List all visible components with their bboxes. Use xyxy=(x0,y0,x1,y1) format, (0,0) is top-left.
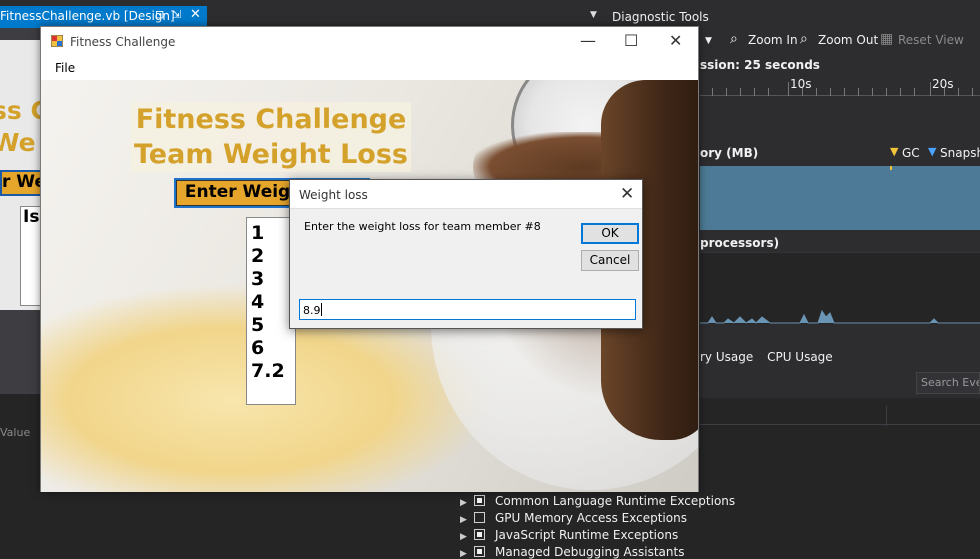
text-caret xyxy=(320,303,322,316)
cancel-button[interactable]: Cancel xyxy=(581,250,639,271)
divider xyxy=(700,424,980,425)
dialog-prompt: Enter the weight loss for team member #8 xyxy=(304,220,541,233)
session-duration: ssion: 25 seconds xyxy=(700,58,820,72)
timeline-tick xyxy=(958,88,959,96)
exception-row[interactable]: ▶ Common Language Runtime Exceptions xyxy=(460,494,735,508)
list-item[interactable]: 6 xyxy=(251,337,295,360)
zoom-in-button[interactable]: Zoom In xyxy=(748,33,798,47)
exception-label: Managed Debugging Assistants xyxy=(495,545,685,559)
close-tab-icon[interactable]: ✕ xyxy=(190,7,201,22)
timeline-major-tick xyxy=(930,82,931,96)
tab-cpu-usage[interactable]: CPU Usage xyxy=(767,350,833,364)
timeline-tick xyxy=(754,88,755,96)
timeline-tick xyxy=(740,88,741,96)
expand-arrow-icon[interactable]: ▶ xyxy=(460,532,474,542)
reset-view-button: Reset View xyxy=(898,33,964,47)
snapshot-legend: Snapsh xyxy=(940,146,980,160)
dialog-title: Weight loss xyxy=(299,188,368,202)
tab-list-dropdown-icon[interactable]: ▼ xyxy=(590,10,597,20)
exception-row[interactable]: ▶ GPU Memory Access Exceptions xyxy=(460,511,687,525)
expand-arrow-icon[interactable]: ▶ xyxy=(460,549,474,559)
maximize-icon[interactable]: ☐ xyxy=(624,31,638,50)
weight-loss-input[interactable]: 8.9 xyxy=(299,299,636,320)
app-form-icon xyxy=(51,35,63,47)
search-events-input[interactable]: Search Even xyxy=(916,372,980,394)
reset-view-icon: ▦ xyxy=(880,31,894,47)
exception-label: GPU Memory Access Exceptions xyxy=(495,511,687,525)
timeline-tick xyxy=(726,88,727,96)
float-tab-icon[interactable]: ⇲ xyxy=(172,8,181,21)
gc-event-mark xyxy=(890,166,892,170)
timeline-tick xyxy=(712,88,713,96)
ok-button[interactable]: OK xyxy=(581,223,639,244)
exception-checkbox[interactable] xyxy=(474,495,485,506)
tab-memory-usage[interactable]: ry Usage xyxy=(700,350,753,364)
timeline-tick xyxy=(914,88,915,96)
zoom-in-icon[interactable]: ⌕ xyxy=(730,31,738,47)
document-tab-label: FitnessChallenge.vb [Design] xyxy=(0,9,175,23)
heading-line1: Fitness Challenge xyxy=(135,104,407,135)
exception-label: JavaScript Runtime Exceptions xyxy=(495,528,679,542)
pin-tab-icon[interactable]: ⊡ xyxy=(155,8,164,21)
timeline-tick xyxy=(900,88,901,96)
zoom-out-icon[interactable]: ⌕ xyxy=(800,31,808,47)
events-table xyxy=(700,398,980,448)
gc-marker-icon: ▼ xyxy=(890,145,899,158)
memory-label: ory (MB) xyxy=(700,146,759,160)
timeline-label-10s: 10s xyxy=(790,77,812,91)
exception-checkbox[interactable] xyxy=(474,512,485,523)
exception-checkbox[interactable] xyxy=(474,529,485,540)
menu-file[interactable]: File xyxy=(55,61,75,75)
minimize-icon[interactable]: — xyxy=(580,31,596,50)
menu-bar xyxy=(41,57,698,79)
timeline-label-20s: 20s xyxy=(932,77,954,91)
list-item[interactable]: 7.2 xyxy=(251,360,295,383)
exception-checkbox[interactable] xyxy=(474,546,485,557)
designer-ghost-button: r We xyxy=(0,170,42,196)
gc-legend: GC xyxy=(902,146,920,160)
cpu-label: processors) xyxy=(700,236,780,250)
exception-label: Common Language Runtime Exceptions xyxy=(495,494,736,508)
document-tab-fitnesschallenge-design[interactable]: FitnessChallenge.vb [Design] ⊡ ⇲ ✕ xyxy=(0,6,207,26)
weight-loss-dialog: Weight loss ✕ Enter the weight loss for … xyxy=(289,179,643,329)
expand-arrow-icon[interactable]: ▶ xyxy=(460,515,474,525)
timeline-tick xyxy=(844,88,845,96)
divider xyxy=(886,406,887,426)
toolbar-dropdown-icon[interactable]: ▼ xyxy=(705,36,712,46)
value-column-header: Value xyxy=(0,426,31,439)
heading-line2: Team Weight Loss xyxy=(133,139,409,170)
cpu-usage-sparkline xyxy=(700,309,980,324)
timeline-tick xyxy=(816,88,817,96)
exception-row[interactable]: ▶ JavaScript Runtime Exceptions xyxy=(460,528,678,542)
usage-tabs: ry Usage CPU Usage xyxy=(700,350,833,364)
timeline-major-tick xyxy=(788,82,789,96)
input-value: 8.9 xyxy=(303,304,321,317)
memory-graph[interactable] xyxy=(700,166,980,230)
expand-arrow-icon[interactable]: ▶ xyxy=(460,498,474,508)
close-icon[interactable]: ✕ xyxy=(669,31,682,50)
timeline-tick xyxy=(830,88,831,96)
timeline-tick xyxy=(886,88,887,96)
snapshot-marker-icon: ▼ xyxy=(928,145,937,158)
window-title: Fitness Challenge xyxy=(70,35,176,49)
designer-ghost-title-line2: We xyxy=(0,128,36,157)
timeline-tick xyxy=(972,88,973,96)
cpu-graph[interactable] xyxy=(700,252,980,324)
exception-row[interactable]: ▶ Managed Debugging Assistants xyxy=(460,545,684,559)
timeline-tick xyxy=(768,88,769,96)
timeline-tick xyxy=(858,88,859,96)
dialog-close-icon[interactable]: ✕ xyxy=(620,184,634,204)
zoom-out-button[interactable]: Zoom Out xyxy=(818,33,878,47)
diagnostic-tools-title: Diagnostic Tools xyxy=(612,10,709,24)
timeline-tick xyxy=(872,88,873,96)
